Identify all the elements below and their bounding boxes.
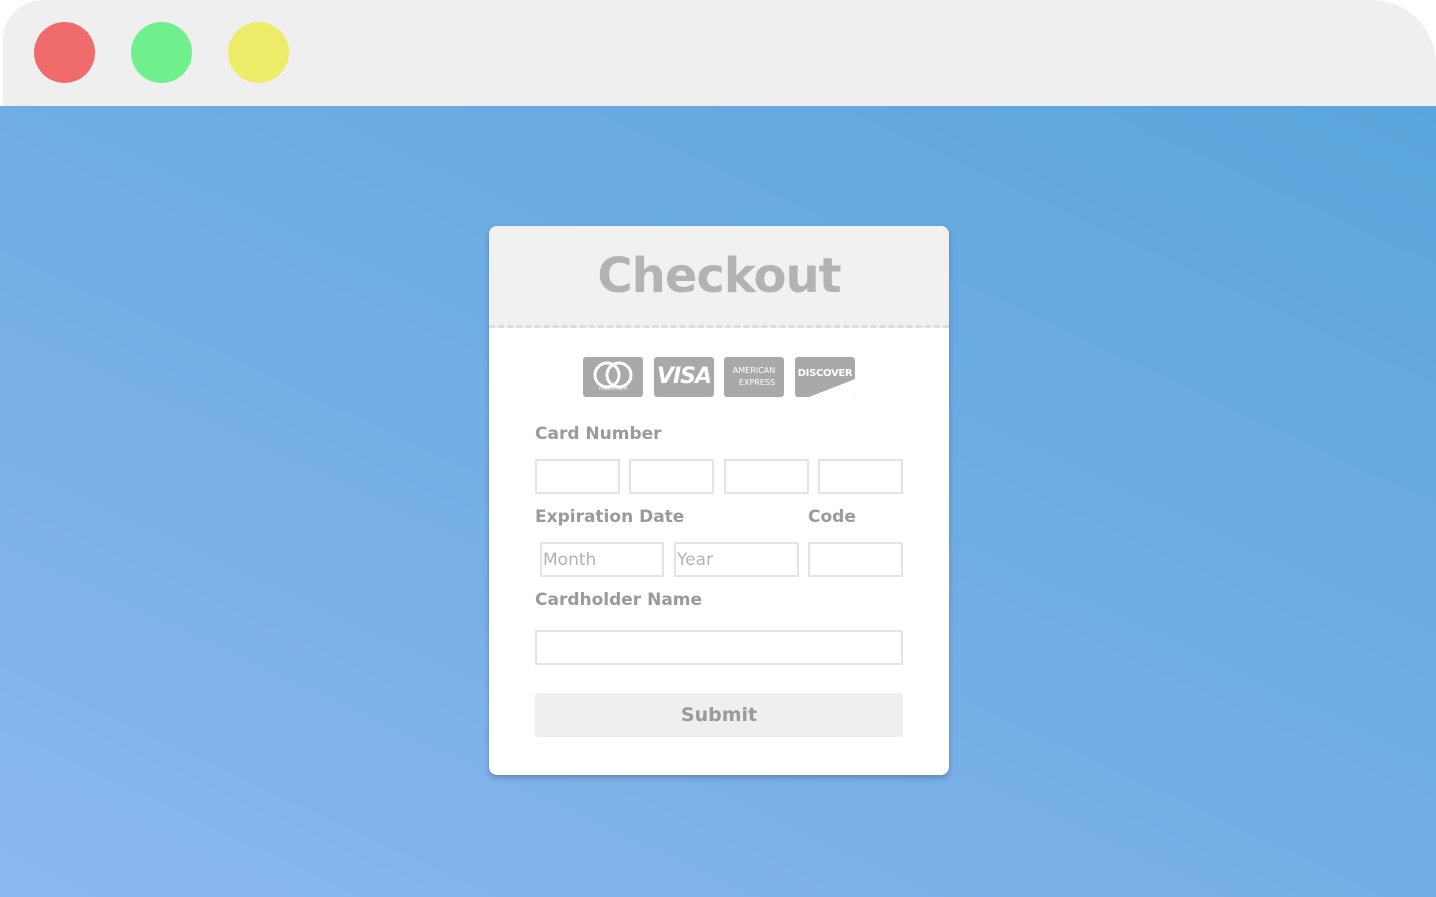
checkout-header: Checkout: [489, 226, 949, 328]
amex-text-line1: AMERICAN: [732, 366, 776, 375]
minimize-window-button[interactable]: [228, 22, 289, 83]
expiration-month-field[interactable]: [540, 542, 664, 577]
visa-text: VISA: [656, 364, 712, 389]
card-logos: mastercard VISA AMERICAN EXPRESS DISCOVE…: [583, 357, 855, 397]
mastercard-icon: mastercard: [583, 357, 643, 397]
code-label: Code: [808, 507, 856, 527]
cardholder-name-field[interactable]: [535, 630, 903, 665]
discover-icon: DISCOVER: [795, 357, 855, 397]
card-number-field-3[interactable]: [724, 459, 809, 494]
submit-button[interactable]: Submit: [535, 693, 903, 737]
browser-window: Checkout mastercard VISA AMERICAN EXPRES…: [0, 0, 1436, 897]
maximize-window-button[interactable]: [131, 22, 192, 83]
expiration-date-label: Expiration Date: [535, 507, 685, 527]
amex-icon: AMERICAN EXPRESS: [724, 357, 784, 397]
card-number-field-1[interactable]: [535, 459, 620, 494]
page-title: Checkout: [597, 248, 841, 304]
amex-text-line2: EXPRESS: [738, 378, 776, 387]
checkout-card: Checkout mastercard VISA AMERICAN EXPRES…: [489, 226, 949, 775]
card-number-field-4[interactable]: [818, 459, 903, 494]
visa-icon: VISA: [654, 357, 714, 397]
card-number-field-2[interactable]: [629, 459, 714, 494]
security-code-field[interactable]: [808, 542, 903, 577]
close-window-button[interactable]: [34, 22, 95, 83]
window-titlebar: [3, 0, 1436, 106]
mastercard-text: mastercard: [598, 386, 628, 392]
discover-text: DISCOVER: [797, 368, 853, 379]
card-number-label: Card Number: [535, 424, 662, 444]
cardholder-name-label: Cardholder Name: [535, 590, 703, 610]
expiration-year-field[interactable]: [674, 542, 799, 577]
